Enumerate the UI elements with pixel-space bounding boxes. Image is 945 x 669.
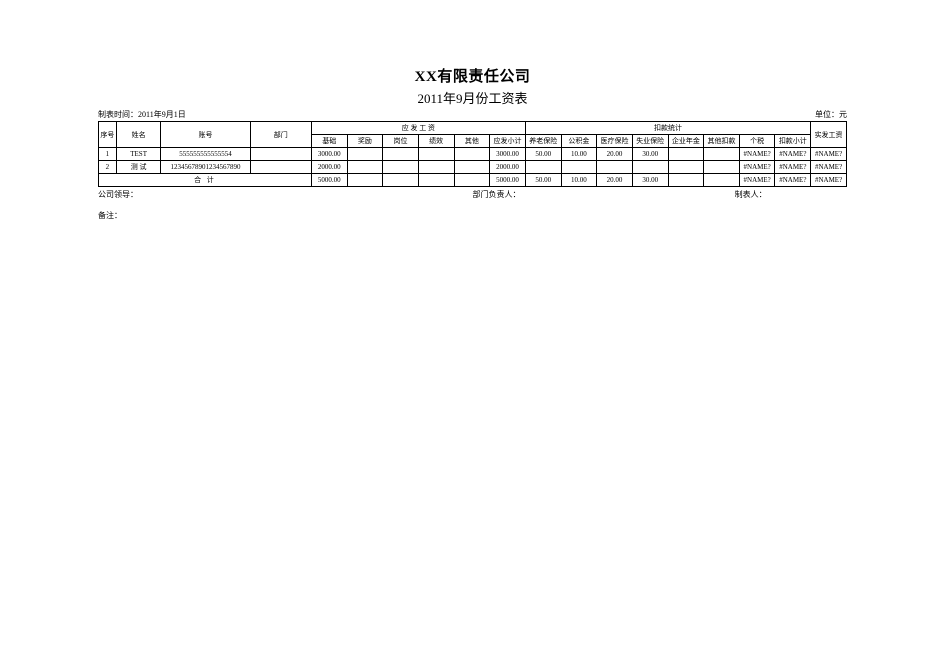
unit: 单位：元 [815, 109, 847, 120]
total-annuity [668, 174, 704, 187]
total-other-pay [454, 174, 490, 187]
total-pay-sub: 5000.00 [490, 174, 526, 187]
total-bonus [347, 174, 383, 187]
cell-other-pay [454, 161, 490, 174]
col-other-ded: 其他扣款 [704, 135, 740, 148]
cell-fund [561, 161, 597, 174]
cell-tax: #NAME? [739, 161, 775, 174]
header-row-1: 序号 姓名 账号 部门 应 发 工 资 扣款统计 实发工资 [99, 122, 847, 135]
cell-pension: 50.00 [525, 148, 561, 161]
unit-label: 单位： [815, 110, 839, 119]
cell-fund: 10.00 [561, 148, 597, 161]
col-deduct-group: 扣款统计 [525, 122, 810, 135]
cell-annuity [668, 161, 704, 174]
table-row: 2 测 试 12345678901234567890 2000.00 2000.… [99, 161, 847, 174]
total-ded-sub: #NAME? [775, 174, 811, 187]
payroll-document: XX有限责任公司 2011年9月份工资表 制表时间：2011年9月1日 单位：元… [0, 0, 945, 221]
cell-bonus [347, 161, 383, 174]
cell-post [383, 148, 419, 161]
leader-sign: 公司领导： [98, 189, 473, 200]
total-row: 合 计 5000.00 5000.00 50.00 10.00 20.00 30… [99, 174, 847, 187]
cell-other-ded [704, 161, 740, 174]
cell-unemp [632, 161, 668, 174]
col-dept: 部门 [250, 122, 311, 148]
unit-value: 元 [839, 110, 847, 119]
cell-base: 2000.00 [311, 161, 347, 174]
cell-post [383, 161, 419, 174]
cell-base: 3000.00 [311, 148, 347, 161]
col-seq: 序号 [99, 122, 117, 148]
cell-net: #NAME? [811, 161, 847, 174]
report-title: 2011年9月份工资表 [98, 88, 847, 107]
col-base: 基础 [311, 135, 347, 148]
made-time: 制表时间：2011年9月1日 [98, 109, 186, 120]
col-unemp: 失业保险 [632, 135, 668, 148]
col-post: 岗位 [383, 135, 419, 148]
cell-ded-sub: #NAME? [775, 148, 811, 161]
cell-other-pay [454, 148, 490, 161]
total-medical: 20.00 [597, 174, 633, 187]
cell-dept [250, 161, 311, 174]
col-ded-sub: 扣款小计 [775, 135, 811, 148]
cell-account: 12345678901234567890 [161, 161, 250, 174]
cell-name: 测 试 [116, 161, 161, 174]
cell-account: 555555555555554 [161, 148, 250, 161]
cell-perf [418, 148, 454, 161]
total-other-ded [704, 174, 740, 187]
col-account: 账号 [161, 122, 250, 148]
cell-medical [597, 161, 633, 174]
dept-head-sign: 部门负责人： [473, 189, 735, 200]
cell-tax: #NAME? [739, 148, 775, 161]
company-title: XX有限责任公司 [98, 65, 847, 86]
col-annuity: 企业年金 [668, 135, 704, 148]
meta-row: 制表时间：2011年9月1日 单位：元 [98, 109, 847, 120]
col-perf: 绩效 [418, 135, 454, 148]
cell-medical: 20.00 [597, 148, 633, 161]
cell-other-ded [704, 148, 740, 161]
made-date: 2011年9月1日 [138, 110, 186, 119]
col-name: 姓名 [116, 122, 161, 148]
col-pay-sub: 应发小计 [490, 135, 526, 148]
payroll-table: 序号 姓名 账号 部门 应 发 工 资 扣款统计 实发工资 基础 奖励 岗位 绩… [98, 121, 847, 187]
col-pay-group: 应 发 工 资 [311, 122, 525, 135]
col-fund: 公积金 [561, 135, 597, 148]
signature-row: 公司领导： 部门负责人： 制表人： [98, 189, 847, 200]
cell-net: #NAME? [811, 148, 847, 161]
made-label: 制表时间： [98, 110, 138, 119]
col-net: 实发工资 [811, 122, 847, 148]
total-fund: 10.00 [561, 174, 597, 187]
total-perf [418, 174, 454, 187]
col-medical: 医疗保险 [597, 135, 633, 148]
total-unemp: 30.00 [632, 174, 668, 187]
cell-ded-sub: #NAME? [775, 161, 811, 174]
cell-pension [525, 161, 561, 174]
col-pension: 养老保险 [525, 135, 561, 148]
preparer-sign: 制表人： [735, 189, 847, 200]
total-tax: #NAME? [739, 174, 775, 187]
total-base: 5000.00 [311, 174, 347, 187]
cell-dept [250, 148, 311, 161]
remark-label: 备注： [98, 210, 847, 221]
col-other-pay: 其他 [454, 135, 490, 148]
total-label: 合 计 [99, 174, 312, 187]
total-post [383, 174, 419, 187]
table-row: 1 TEST 555555555555554 3000.00 3000.00 5… [99, 148, 847, 161]
col-bonus: 奖励 [347, 135, 383, 148]
col-tax: 个税 [739, 135, 775, 148]
cell-annuity [668, 148, 704, 161]
cell-name: TEST [116, 148, 161, 161]
cell-bonus [347, 148, 383, 161]
cell-seq: 2 [99, 161, 117, 174]
cell-pay-sub: 2000.00 [490, 161, 526, 174]
cell-unemp: 30.00 [632, 148, 668, 161]
total-net: #NAME? [811, 174, 847, 187]
total-pension: 50.00 [525, 174, 561, 187]
cell-seq: 1 [99, 148, 117, 161]
cell-perf [418, 161, 454, 174]
cell-pay-sub: 3000.00 [490, 148, 526, 161]
